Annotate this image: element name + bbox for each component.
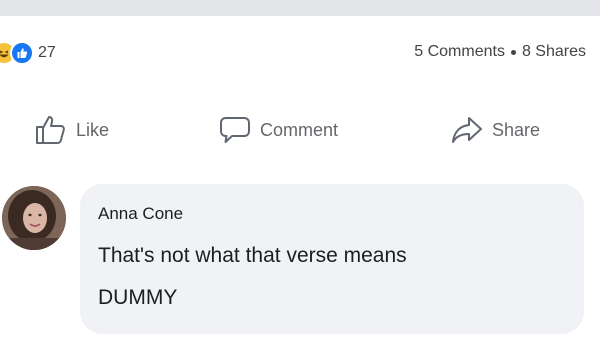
comment-bubble: Anna Cone That's not what that verse mea… <box>80 184 584 334</box>
post-actions-bar: Like Comment Share <box>0 108 600 152</box>
previous-content-strip <box>0 0 600 16</box>
share-icon <box>450 114 484 146</box>
comments-count-link[interactable]: 5 Comments <box>414 43 505 61</box>
like-reaction-icon <box>10 41 34 65</box>
reaction-count: 27 <box>38 44 56 61</box>
comment: Anna Cone That's not what that verse mea… <box>0 184 600 340</box>
reactions-summary[interactable]: 27 <box>0 40 56 66</box>
comment-icon <box>218 114 252 146</box>
comment-label: Comment <box>260 119 339 140</box>
post-stats-row: 27 5 Comments 8 Shares <box>0 36 600 72</box>
like-label: Like <box>76 119 110 140</box>
thumbs-up-icon <box>34 114 68 146</box>
comment-text-line: That's not what that verse means <box>98 244 407 267</box>
shares-count-link[interactable]: 8 Shares <box>522 43 586 61</box>
comment-text-line: DUMMY <box>98 286 178 309</box>
share-button[interactable]: Share <box>450 108 540 152</box>
commenter-name[interactable]: Anna Cone <box>98 204 564 224</box>
separator-dot <box>510 49 516 55</box>
engagement-counts: 5 Comments 8 Shares <box>414 43 586 61</box>
avatar[interactable] <box>2 186 66 250</box>
comment-button[interactable]: Comment <box>218 108 338 152</box>
share-label: Share <box>492 119 541 140</box>
like-button[interactable]: Like <box>34 108 109 152</box>
